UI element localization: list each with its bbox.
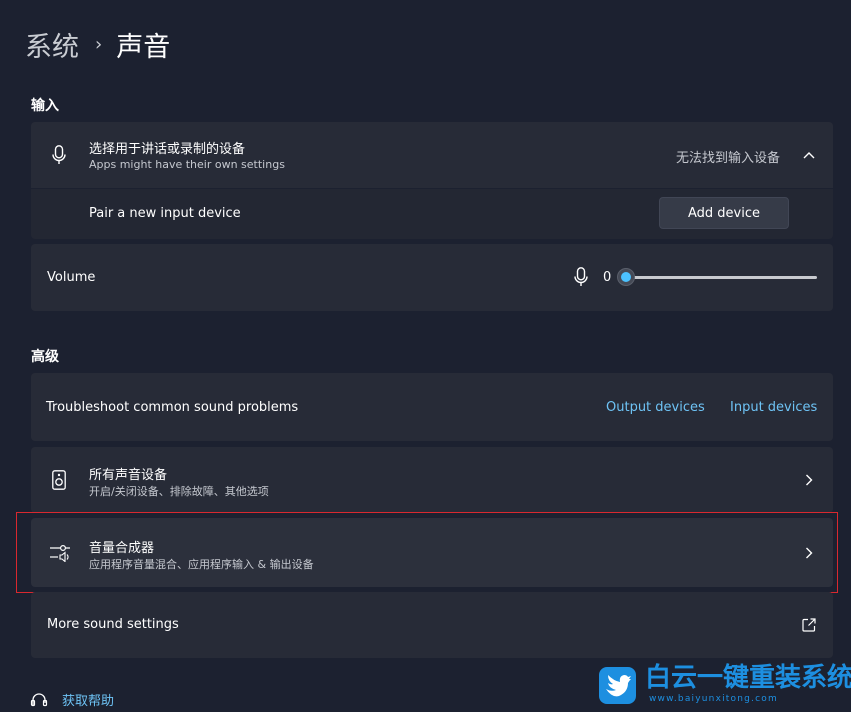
all-sound-devices-card[interactable]: 所有声音设备 开启/关闭设备、排除故障、其他选项 xyxy=(31,447,833,513)
breadcrumb-parent[interactable]: 系统 xyxy=(25,25,79,64)
page-title: 声音 xyxy=(116,31,171,63)
more-sound-settings-card[interactable]: More sound settings xyxy=(31,592,833,658)
input-device-select-card[interactable]: 选择用于讲话或录制的设备 Apps might have their own s… xyxy=(31,122,833,188)
microphone-icon xyxy=(49,144,69,166)
input-device-select-subtitle: Apps might have their own settings xyxy=(89,158,285,171)
volume-slider-thumb[interactable] xyxy=(617,268,635,286)
highlight-box xyxy=(16,512,838,593)
external-link-icon xyxy=(801,617,817,633)
input-device-status: 无法找到输入设备 xyxy=(676,151,781,166)
volume-label: Volume xyxy=(47,270,96,285)
troubleshoot-card: Troubleshoot common sound problems Outpu… xyxy=(31,373,833,441)
watermark-brand: 白云一键重装系统 xyxy=(645,663,851,693)
help-chat-icon xyxy=(30,691,48,709)
watermark-logo: 白云一键重装系统 www.baiyunxitong.com xyxy=(597,662,851,708)
watermark-url: www.baiyunxitong.com xyxy=(649,694,778,704)
breadcrumb-separator: › xyxy=(95,33,103,55)
add-device-button[interactable]: Add device xyxy=(659,197,789,229)
speaker-icon xyxy=(50,469,68,491)
get-help-link[interactable]: 获取帮助 xyxy=(62,690,114,709)
section-title-input: 输入 xyxy=(31,98,59,114)
troubleshoot-label: Troubleshoot common sound problems xyxy=(46,400,299,415)
volume-value: 0 xyxy=(603,270,612,285)
microphone-volume-icon xyxy=(572,266,590,288)
input-devices-link[interactable]: Input devices xyxy=(730,400,817,415)
input-volume-card: Volume 0 xyxy=(31,244,833,311)
breadcrumb: 系统 › 声音 xyxy=(25,25,171,64)
volume-slider[interactable] xyxy=(626,276,817,279)
chevron-right-icon xyxy=(802,473,816,487)
get-help[interactable]: 获取帮助 xyxy=(30,690,114,709)
input-device-select-title: 选择用于讲话或录制的设备 xyxy=(89,142,246,157)
section-title-advanced: 高级 xyxy=(31,349,59,365)
all-sound-devices-title: 所有声音设备 xyxy=(89,468,168,483)
chevron-up-icon[interactable] xyxy=(801,148,817,162)
more-sound-settings-label: More sound settings xyxy=(47,617,179,632)
pair-input-device-label: Pair a new input device xyxy=(89,206,241,221)
output-devices-link[interactable]: Output devices xyxy=(606,400,705,415)
pair-input-device-row: Pair a new input device Add device xyxy=(31,189,833,239)
all-sound-devices-subtitle: 开启/关闭设备、排除故障、其他选项 xyxy=(89,485,269,498)
